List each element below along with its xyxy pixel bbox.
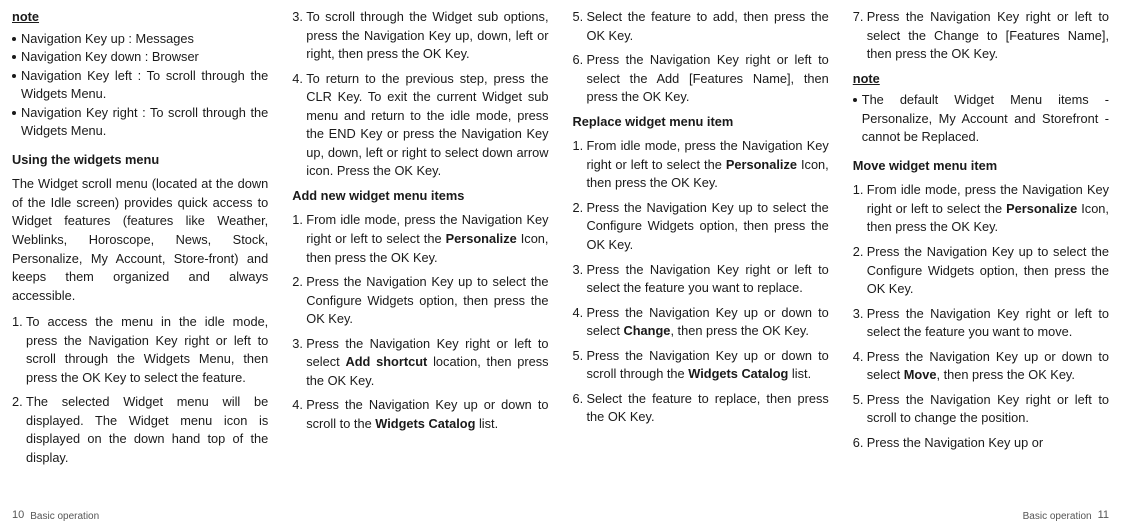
note-item: Navigation Key down : Browser [12,48,268,67]
page-number: 10 [12,508,24,524]
col1-content: note Navigation Key up : Messages Naviga… [12,8,268,508]
text: list. [788,366,811,381]
note-heading: note [12,8,268,27]
step-item: Press the Navigation Key up to select th… [853,243,1109,299]
step-item: Press the Navigation Key up or down to s… [292,396,548,433]
step-item: Press the Navigation Key up or [853,434,1109,453]
section-heading: Using the widgets menu [12,151,268,170]
replace-steps: From idle mode, press the Navigation Key… [573,137,829,427]
page-number: 11 [1098,508,1109,524]
step-item: From idle mode, press the Navigation Key… [292,211,548,267]
bold-text: Widgets Catalog [375,416,475,431]
column-1: note Navigation Key up : Messages Naviga… [0,0,280,528]
bold-text: Personalize [446,231,517,246]
step-item: Press the Navigation Key right or left t… [853,305,1109,342]
page: note Navigation Key up : Messages Naviga… [0,0,1121,528]
section-heading: Add new widget menu items [292,187,548,206]
note-item: Navigation Key left : To scroll through … [12,67,268,104]
bold-text: Personalize [1006,201,1077,216]
step-item: From idle mode, press the Navigation Key… [853,181,1109,237]
move-steps: From idle mode, press the Navigation Key… [853,181,1109,452]
step-item: Press the Navigation Key right or left t… [853,8,1109,64]
column-2: To scroll through the Widget sub options… [280,0,560,528]
text: , then press the OK Key. [670,323,808,338]
step-item: The selected Widget menu will be display… [12,393,268,467]
step-item: Press the Navigation Key right or left t… [573,51,829,107]
step-item: Press the Navigation Key up to select th… [292,273,548,329]
steps-continued: Select the feature to add, then press th… [573,8,829,107]
col3-content: Select the feature to add, then press th… [573,8,829,524]
column-3: Select the feature to add, then press th… [561,0,841,528]
step-item: Press the Navigation Key up or down to s… [573,304,829,341]
note-item: The default Widget Menu items - Personal… [853,91,1109,147]
step-item: Select the feature to replace, then pres… [573,390,829,427]
bold-text: Personalize [726,157,797,172]
col2-content: To scroll through the Widget sub options… [292,8,548,524]
bold-text: Move [904,367,937,382]
step-item: Select the feature to add, then press th… [573,8,829,45]
bold-text: Change [624,323,671,338]
steps-continued: Press the Navigation Key right or left t… [853,8,1109,64]
steps-list: To access the menu in the idle mode, pre… [12,313,268,467]
step-item: Press the Navigation Key right or left t… [292,335,548,391]
note-heading: note [853,70,1109,89]
footer-label: Basic operation [30,510,99,525]
step-item: Press the Navigation Key up or down to s… [853,348,1109,385]
footer-right: Basic operation 11 [853,508,1109,524]
note-list: The default Widget Menu items - Personal… [853,91,1109,147]
footer-left: 10 Basic operation [12,508,268,524]
add-steps: From idle mode, press the Navigation Key… [292,211,548,433]
note-item: Navigation Key right : To scroll through… [12,104,268,141]
steps-continued: To scroll through the Widget sub options… [292,8,548,181]
step-item: Press the Navigation Key right or left t… [853,391,1109,428]
step-item: Press the Navigation Key up to select th… [573,199,829,255]
step-item: From idle mode, press the Navigation Key… [573,137,829,193]
step-item: To access the menu in the idle mode, pre… [12,313,268,387]
step-item: To scroll through the Widget sub options… [292,8,548,64]
step-item: To return to the previous step, press th… [292,70,548,181]
step-item: Press the Navigation Key right or left t… [573,261,829,298]
col4-content: Press the Navigation Key right or left t… [853,8,1109,508]
bold-text: Add shortcut [345,354,427,369]
note-list: Navigation Key up : Messages Navigation … [12,30,268,141]
paragraph: The Widget scroll menu (located at the d… [12,175,268,305]
section-heading: Move widget menu item [853,157,1109,176]
text: list. [475,416,498,431]
bold-text: Widgets Catalog [688,366,788,381]
step-item: Press the Navigation Key up or down to s… [573,347,829,384]
section-heading: Replace widget menu item [573,113,829,132]
note-item: Navigation Key up : Messages [12,30,268,49]
footer-label: Basic operation [1023,510,1092,525]
text: , then press the OK Key. [936,367,1074,382]
column-4: Press the Navigation Key right or left t… [841,0,1121,528]
